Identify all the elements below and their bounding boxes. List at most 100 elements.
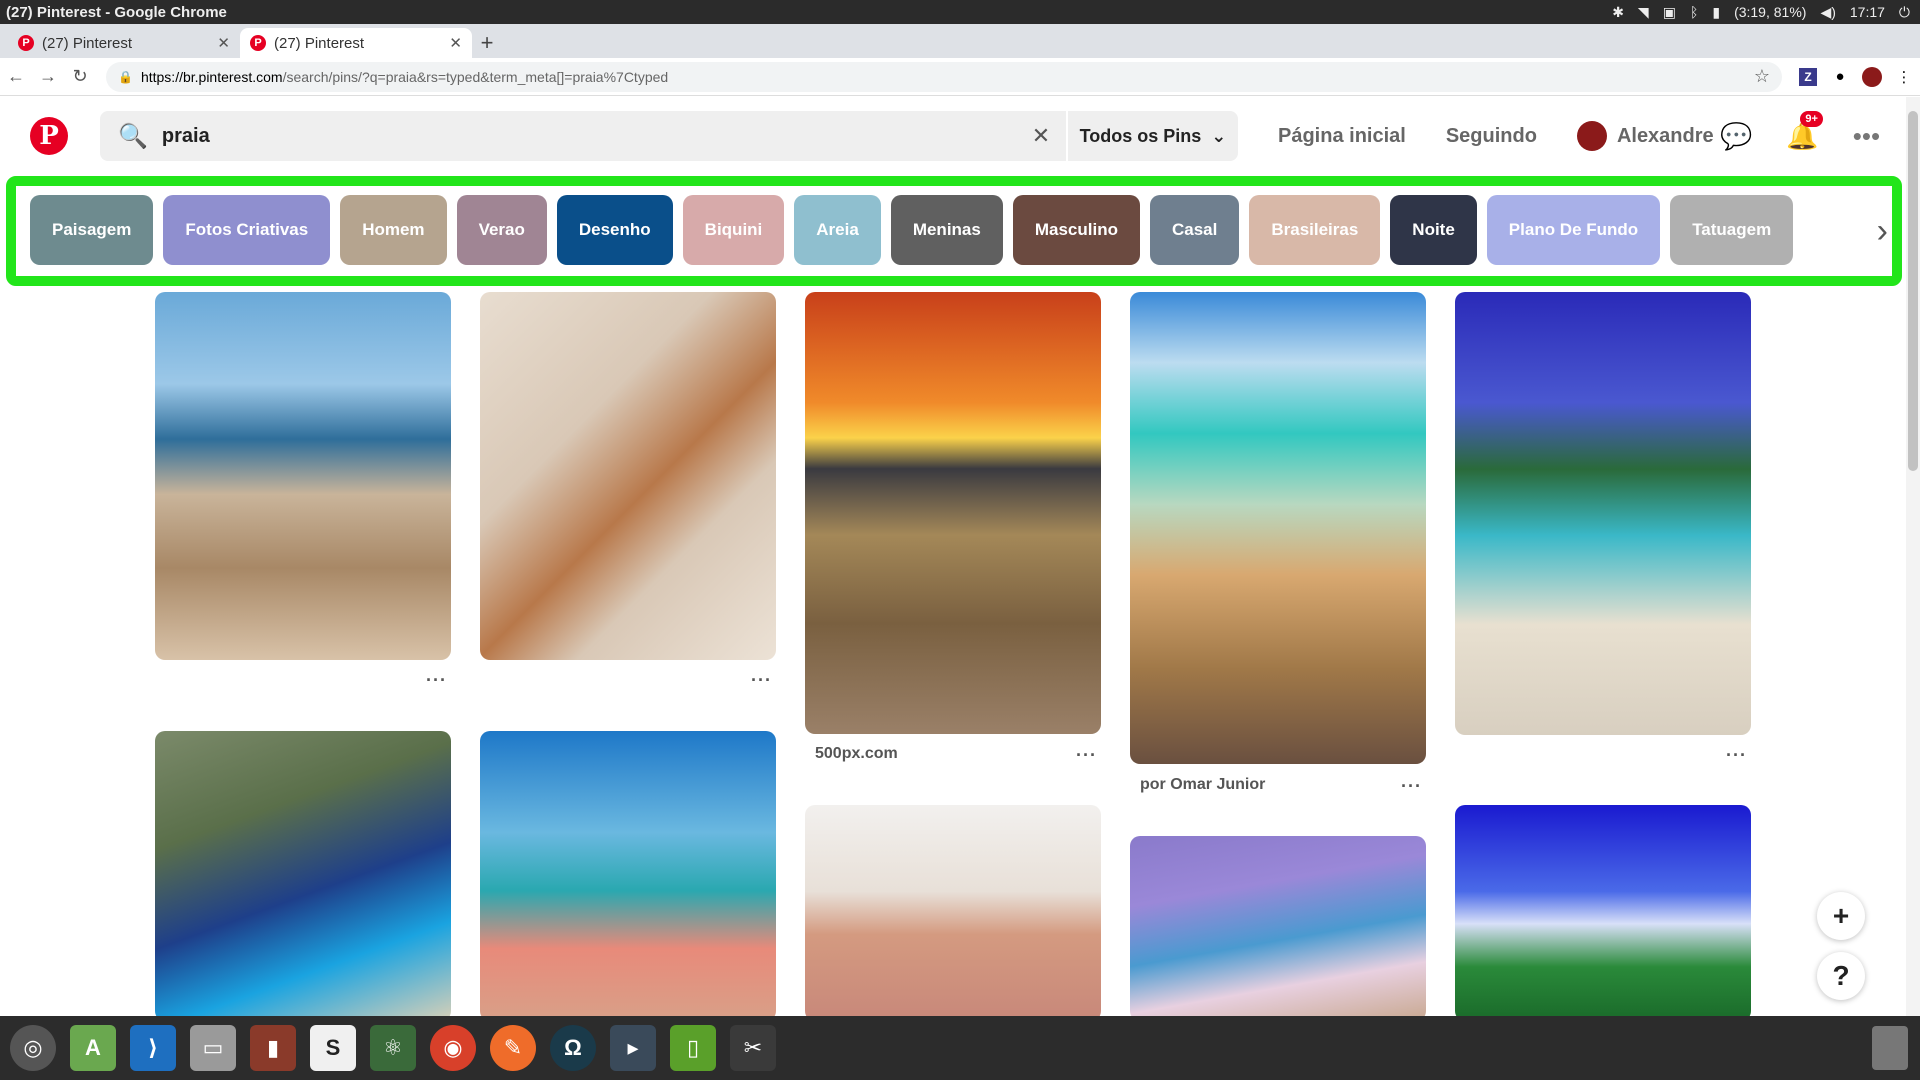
wifi-icon[interactable]: ◥ <box>1638 4 1649 21</box>
android-studio-icon[interactable]: A <box>70 1025 116 1071</box>
pin-more-icon[interactable]: ··· <box>751 670 772 691</box>
volume-icon[interactable]: ◀) <box>1820 4 1835 21</box>
guide-chip[interactable]: Noite <box>1390 195 1477 265</box>
pin-caption: por Omar Junior <box>1140 776 1266 793</box>
os-dock: ◎ A ⟩ ▭ ▮ S ⚛ ◉ ✎ Ω ▸ ▯ ✂ <box>0 1016 1920 1080</box>
pin-image-hands-sand[interactable] <box>805 805 1101 1021</box>
url-host: https://br.pinterest.com <box>140 68 283 85</box>
nav-home[interactable]: Página inicial <box>1278 125 1406 148</box>
guide-chip[interactable]: Biquini <box>682 195 785 265</box>
browser-toolbar: ← → ↻ 🔒 https://br.pinterest.com /search… <box>0 58 1920 96</box>
gimp-icon[interactable]: ✂ <box>730 1025 776 1071</box>
pin-image-person-shore[interactable] <box>1130 836 1426 1021</box>
search-bar[interactable]: 🔍 praia ✕ Todos os Pins ⌄ <box>100 111 1238 161</box>
power-icon[interactable]: ⏻ <box>1899 4 1910 21</box>
book-app-icon[interactable]: ▮ <box>250 1025 296 1071</box>
avatar <box>1576 121 1607 151</box>
pin-image-turquoise-rocks[interactable] <box>1130 292 1426 764</box>
main-nav: Página inicial Seguindo Alexandre <box>1278 111 1714 161</box>
pin-filter-label: Todos os Pins <box>1079 125 1202 146</box>
guide-chips: Paisagem Fotos Criativas Homem Verao Desenho… <box>30 195 1794 265</box>
pin-more-icon[interactable]: ··· <box>1076 745 1097 766</box>
files-icon[interactable]: ▭ <box>190 1025 236 1071</box>
pin-image-sunset-boardwalk[interactable] <box>805 292 1101 734</box>
guide-chip[interactable]: Areia <box>794 195 881 265</box>
bookmark-star-icon[interactable]: ☆ <box>1754 66 1770 87</box>
clear-search-icon[interactable]: ✕ <box>1016 123 1066 149</box>
ubuntu-launcher-icon[interactable]: ◎ <box>10 1025 56 1071</box>
add-pin-button[interactable]: + <box>1817 892 1865 940</box>
close-tab-icon[interactable]: ✕ <box>449 34 462 52</box>
pin-more-icon[interactable]: ··· <box>1726 745 1747 766</box>
guide-chip[interactable]: Tatuagem <box>1670 195 1794 265</box>
battery-icon[interactable]: ▮ <box>1712 4 1720 21</box>
vscode-icon[interactable]: ⟩ <box>130 1025 176 1071</box>
os-top-bar: (27) Pinterest - Google Chrome ✱ ◥ ▣ ᛒ ▮… <box>0 0 1920 24</box>
more-options-icon[interactable]: ••• <box>1853 121 1880 152</box>
slack-icon[interactable]: S <box>310 1025 356 1071</box>
guide-chip[interactable]: Meninas <box>890 195 1003 265</box>
pin-image-green-hills[interactable] <box>1455 805 1751 1021</box>
atom-icon[interactable]: ⚛ <box>370 1025 416 1071</box>
postman-icon[interactable]: ✎ <box>490 1025 536 1071</box>
pin-image-feet-beach[interactable] <box>155 292 451 660</box>
pinterest-favicon-icon: P <box>250 35 266 51</box>
trash-icon[interactable] <box>1872 1026 1908 1070</box>
pinterest-favicon-icon: P <box>18 35 34 51</box>
pin-image-palm-beach[interactable] <box>1455 292 1751 735</box>
reload-icon[interactable]: ↻ <box>64 66 96 87</box>
page-scrollbar[interactable] <box>1906 97 1920 1017</box>
tab-pinterest-1[interactable]: P (27) Pinterest ✕ <box>8 28 240 58</box>
bluetooth-icon[interactable]: ᛒ <box>1690 4 1698 20</box>
guide-chip[interactable]: Brasileiras <box>1249 195 1381 265</box>
pin-image-legs-sand[interactable] <box>480 292 776 660</box>
help-button[interactable]: ? <box>1817 952 1865 1000</box>
pin-more-icon[interactable]: ··· <box>1401 776 1422 797</box>
forward-icon[interactable]: → <box>32 66 64 87</box>
guide-chip[interactable]: Desenho <box>556 195 673 265</box>
chevron-down-icon: ⌄ <box>1211 125 1227 146</box>
search-input[interactable]: praia <box>162 125 1016 148</box>
settings-icon[interactable]: ✱ <box>1612 4 1624 21</box>
pin-more-icon[interactable]: ··· <box>426 670 447 691</box>
tab-label: (27) Pinterest <box>42 34 133 52</box>
close-tab-icon[interactable]: ✕ <box>217 34 230 52</box>
pin-image-flower-sea[interactable] <box>480 731 776 1021</box>
zotero-extension-icon[interactable]: Z <box>1799 67 1817 86</box>
terminal-icon[interactable]: ▸ <box>610 1025 656 1071</box>
chevron-right-icon[interactable]: › <box>1852 186 1892 276</box>
guide-chip[interactable]: Casal <box>1149 195 1240 265</box>
guided-search-bar: Paisagem Fotos Criativas Homem Verao Desenho… <box>6 176 1902 286</box>
clock: 17:17 <box>1849 4 1885 20</box>
guide-chip[interactable]: Plano De Fundo <box>1486 195 1661 265</box>
notifications-icon[interactable]: 🔔 9+ <box>1786 110 1823 152</box>
new-tab-button[interactable]: + <box>472 28 502 58</box>
pin-image-navagio-cove[interactable] <box>155 731 451 1021</box>
guide-chip[interactable]: Homem <box>340 195 447 265</box>
tab-strip: P (27) Pinterest ✕ P (27) Pinterest ✕ + <box>0 24 1920 58</box>
lock-icon[interactable]: 🔒 <box>118 70 133 84</box>
guide-chip[interactable]: Fotos Criativas <box>163 195 331 265</box>
guide-chip[interactable]: Verao <box>456 195 547 265</box>
profile-avatar[interactable] <box>1862 66 1882 87</box>
scrollbar-thumb[interactable] <box>1908 111 1918 471</box>
chrome-icon[interactable]: ◉ <box>430 1025 476 1071</box>
nav-following[interactable]: Seguindo <box>1446 125 1537 148</box>
messages-icon[interactable]: 💬 <box>1720 121 1752 152</box>
tab-pinterest-2[interactable]: P (27) Pinterest ✕ <box>240 28 472 58</box>
guide-chip[interactable]: Masculino <box>1012 195 1140 265</box>
extension-icon[interactable]: ● <box>1824 68 1856 85</box>
keyboard-layout-icon[interactable]: ▣ <box>1663 4 1676 21</box>
gitkraken-icon[interactable]: Ω <box>550 1025 596 1071</box>
pinterest-logo-icon[interactable]: P <box>30 117 68 155</box>
menu-dots-icon[interactable]: ⋮ <box>1888 68 1920 86</box>
guide-chip[interactable]: Paisagem <box>30 195 154 265</box>
notes-app-icon[interactable]: ▯ <box>670 1025 716 1071</box>
pin-filter-dropdown[interactable]: Todos os Pins ⌄ <box>1068 126 1238 147</box>
pin-caption: 500px.com <box>815 745 898 762</box>
address-bar[interactable]: 🔒 https://br.pinterest.com /search/pins/… <box>106 61 1782 92</box>
notification-badge: 9+ <box>1800 110 1823 127</box>
nav-profile[interactable]: Alexandre <box>1576 121 1714 151</box>
header-icons: 💬 🔔 9+ ••• <box>1720 110 1880 161</box>
back-icon[interactable]: ← <box>0 66 32 87</box>
